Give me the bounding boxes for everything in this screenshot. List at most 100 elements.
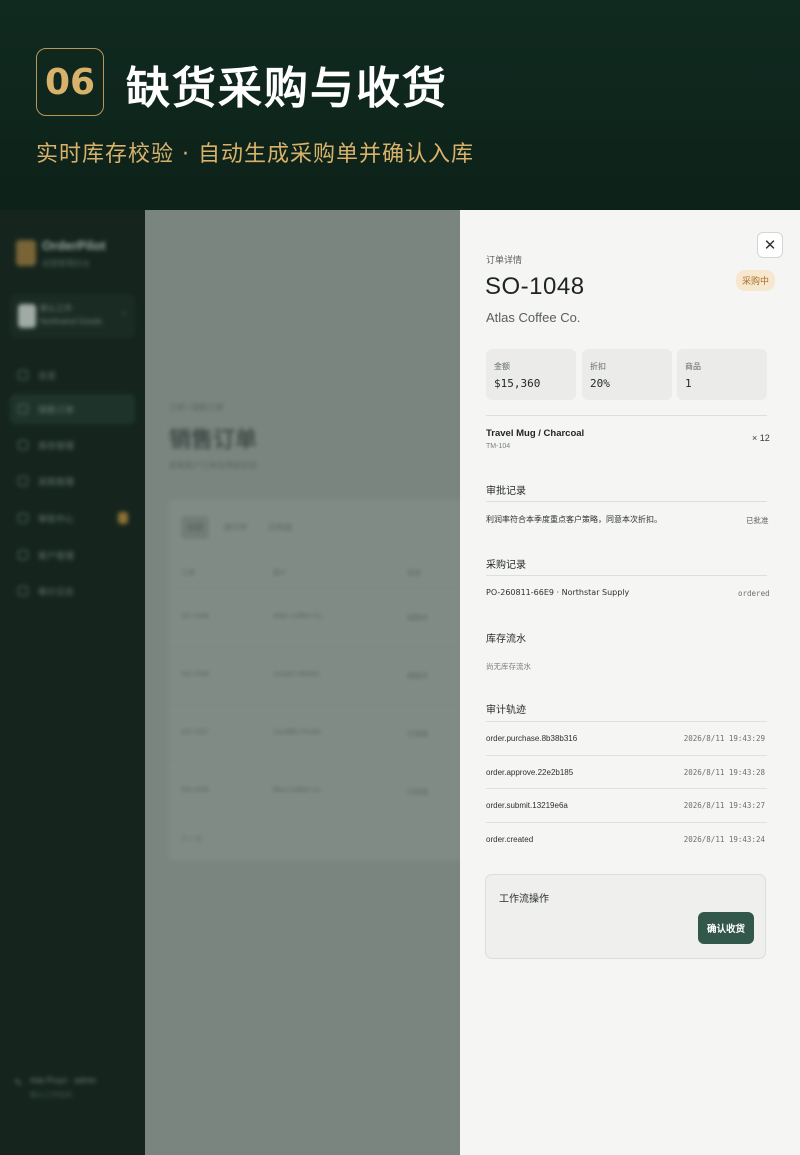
confirm-receipt-button[interactable]: 确认收货 <box>698 912 754 944</box>
sidebar-item-label: 审计日志 <box>38 587 75 597</box>
cell-order: SO-1047 <box>181 729 210 736</box>
audit-row: order.submit.13219e6a 2026/8/11 19:43:27 <box>486 788 767 822</box>
cell-customer: Candlfer Foods <box>273 729 321 736</box>
audit-event: order.created <box>486 835 534 844</box>
cell-status: 已完成 <box>407 731 428 738</box>
approval-status: 已批准 <box>746 516 769 525</box>
table-row[interactable]: SO-1047 Candlfer Foods 已完成 <box>169 704 469 762</box>
cell-status: 审批中 <box>407 673 428 680</box>
stock-empty-state: 尚无库存流水 <box>486 662 531 671</box>
table-row[interactable]: SO-1048 Atlas Coffee Co. 采购中 <box>169 588 469 646</box>
sidebar-item-label: 库存管理 <box>38 441 75 451</box>
sidebar-item-audit-log[interactable]: 审计日志 <box>10 576 135 606</box>
sidebar-item-purchasing[interactable]: 采购管理 <box>10 466 135 496</box>
audit-row: order.purchase.8b38b316 2026/8/11 19:43:… <box>486 721 767 755</box>
table-row[interactable]: SO-1045 Blue Coffee Co. 已完成 <box>169 762 469 820</box>
audit-time: 2026/8/11 19:43:27 <box>683 801 765 810</box>
line-item-name: Travel Mug / Charcoal <box>486 428 585 439</box>
column-header-order: 订单 <box>181 570 195 577</box>
clipboard-icon <box>18 513 28 523</box>
box-icon <box>18 440 28 450</box>
tab-in-progress[interactable]: 进行中 <box>217 516 253 539</box>
workspace-switcher[interactable]: 默认工作 Northwind Goods › <box>10 294 135 338</box>
audit-time: 2026/8/11 19:43:28 <box>683 768 765 777</box>
customer-name: Atlas Coffee Co. <box>486 310 581 325</box>
user-name[interactable]: Ada Pruyn · admin <box>30 1076 96 1085</box>
sidebar-item-label: 销售订单 <box>38 405 75 415</box>
page-title: 销售订单 <box>169 428 258 453</box>
divider <box>486 501 767 502</box>
table-footer: 共 4 条 <box>181 836 203 843</box>
home-icon <box>18 370 28 380</box>
users-icon <box>18 550 28 560</box>
table-row[interactable]: SO-1046 Juniper Market 审批中 <box>169 646 469 704</box>
workspace-name: 默认工作 <box>40 304 72 313</box>
order-detail-drawer: ✕ 订单详情 SO-1048 采购中 Atlas Coffee Co. 金额 $… <box>460 210 800 1155</box>
brand-subtitle: 运营管理后台 <box>42 259 90 268</box>
workflow-title: 工作流操作 <box>499 894 549 905</box>
feature-banner: 06 缺货采购与收货 实时库存校验 · 自动生成采购单并确认入库 <box>0 0 800 210</box>
tab-all[interactable]: 全部 <box>181 516 209 539</box>
sidebar: OrderPilot 运营管理后台 默认工作 Northwind Goods ›… <box>0 210 145 1155</box>
app-window: OrderPilot 运营管理后台 默认工作 Northwind Goods ›… <box>0 210 800 1155</box>
stat-value: 20% <box>590 377 610 390</box>
stat-label: 金额 <box>494 362 510 371</box>
order-id: SO-1048 <box>485 273 585 300</box>
close-icon: ✕ <box>763 237 777 254</box>
banner-title: 缺货采购与收货 <box>126 63 448 114</box>
filter-tabs: 全部 进行中 已完成 <box>181 516 302 539</box>
audit-row: order.created 2026/8/11 19:43:24 <box>486 822 767 856</box>
audit-event: order.submit.13219e6a <box>486 801 568 810</box>
logo-icon <box>16 240 36 266</box>
stat-amount: 金额 $15,360 <box>486 349 576 400</box>
sidebar-item-customers[interactable]: 客户管理 <box>10 540 135 570</box>
stat-items: 商品 1 <box>677 349 767 400</box>
stat-value: $15,360 <box>494 377 541 390</box>
sidebar-item-approvals[interactable]: 审批中心 <box>10 503 135 533</box>
sidebar-item-overview[interactable]: 总览 <box>10 360 135 390</box>
purchase-order-ref: PO-260811-66E9 · Northstar Supply <box>486 588 630 597</box>
orders-table: 全部 进行中 已完成 订单 客户 状态 SO-1048 Atlas Coffee… <box>169 500 469 860</box>
breadcrumb: 订单 / 销售订单 <box>169 403 224 412</box>
section-title-purchase: 采购记录 <box>486 560 526 571</box>
line-item-sku: TM-104 <box>486 443 511 450</box>
chevron-right-icon: › <box>122 308 126 319</box>
document-icon <box>18 586 28 596</box>
cell-customer: Juniper Market <box>273 671 320 678</box>
column-header-customer: 客户 <box>273 570 287 577</box>
cell-order: SO-1045 <box>181 787 210 794</box>
user-icon: ✎ <box>14 1078 23 1089</box>
section-title-stock: 库存流水 <box>486 634 526 645</box>
sidebar-item-label: 总览 <box>38 371 57 381</box>
sidebar-item-sales-orders[interactable]: 销售订单 <box>10 394 135 424</box>
cell-order: SO-1048 <box>181 613 210 620</box>
cell-customer: Atlas Coffee Co. <box>273 613 324 620</box>
sidebar-item-label: 审批中心 <box>38 514 75 524</box>
banner-subtitle: 实时库存校验 · 自动生成采购单并确认入库 <box>36 142 474 167</box>
stat-discount: 折扣 20% <box>582 349 672 400</box>
orders-page-backdrop: 订单 / 销售订单 销售订单 查看客户订单及审批状态 全部 进行中 已完成 订单… <box>145 210 469 1155</box>
workspace-org: Northwind Goods <box>40 317 102 326</box>
divider <box>486 415 767 416</box>
cell-order: SO-1046 <box>181 671 210 678</box>
audit-event: order.purchase.8b38b316 <box>486 734 578 743</box>
audit-event: order.approve.22e2b185 <box>486 768 574 777</box>
section-title-audit: 审计轨迹 <box>486 705 526 716</box>
status-badge: 采购中 <box>736 270 776 291</box>
close-button[interactable]: ✕ <box>757 232 783 258</box>
audit-row: order.approve.22e2b185 2026/8/11 19:43:2… <box>486 755 767 789</box>
sidebar-item-label: 采购管理 <box>38 477 75 487</box>
divider <box>486 575 767 576</box>
audit-time: 2026/8/11 19:43:24 <box>683 835 765 844</box>
tab-completed[interactable]: 已完成 <box>262 516 298 539</box>
stat-label: 折扣 <box>590 362 606 371</box>
sidebar-item-inventory[interactable]: 库存管理 <box>10 430 135 460</box>
cell-customer: Blue Coffee Co. <box>273 787 323 794</box>
user-role: 默认工作空间 <box>30 1092 72 1099</box>
sidebar-item-label: 客户管理 <box>38 551 75 561</box>
line-item-qty: × 12 <box>752 433 770 443</box>
cart-icon <box>18 404 28 414</box>
notification-badge <box>118 512 128 524</box>
workspace-icon <box>18 304 36 328</box>
page-subtitle: 查看客户订单及审批状态 <box>169 461 257 470</box>
